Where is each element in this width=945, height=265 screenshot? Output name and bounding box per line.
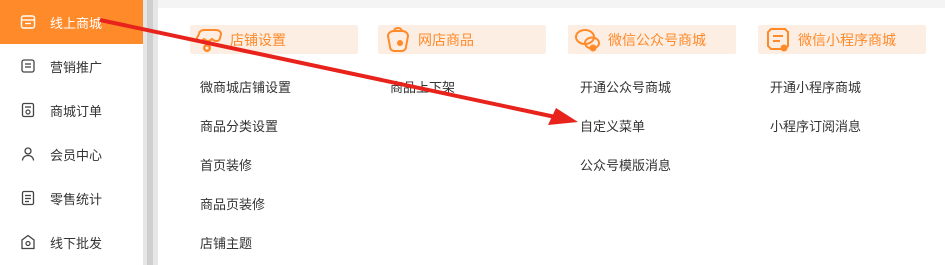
top-rule [158,0,945,8]
link-mini-program-subscription[interactable]: 小程序订阅消息 [770,116,861,135]
sidebar-item-marketing[interactable]: 营销推广 [0,44,143,88]
link-shop-settings[interactable]: 微商城店铺设置 [200,77,291,96]
column-shop-settings: 店铺设置 [190,25,358,54]
marketing-icon [20,58,36,74]
link-open-official-mall[interactable]: 开通公众号商城 [580,77,671,96]
sidebar-item-online-mall[interactable]: 线上商城 [0,0,143,44]
column-header: 网店商品 [378,25,546,54]
sidebar-item-wholesale[interactable]: 线下批发 [0,220,143,264]
link-open-mini-program[interactable]: 开通小程序商城 [770,77,861,96]
sidebar-item-statistics[interactable]: 零售统计 [0,176,143,220]
column-header: 微信小程序商城 [758,25,926,54]
member-icon [20,146,36,162]
link-homepage-decor[interactable]: 首页装修 [200,155,252,174]
link-category-settings[interactable]: 商品分类设置 [200,116,278,135]
column-online-products: 网店商品 [378,25,546,54]
sidebar-item-label: 商城订单 [50,104,103,120]
mini-program-icon [758,25,798,54]
sidebar: 线上商城 营销推广 商城订单 会员中心 零售统计 线下批发 [0,0,143,265]
column-title: 微信公众号商城 [608,32,706,49]
statistics-icon [20,190,36,206]
scroll-divider [143,0,158,265]
link-shop-theme[interactable]: 店铺主题 [200,233,252,252]
link-product-page-decor[interactable]: 商品页装修 [200,194,265,213]
arrow-head [548,108,578,125]
link-product-listing[interactable]: 商品上下架 [390,77,455,96]
column-title: 微信小程序商城 [798,32,896,49]
wholesale-icon [20,234,36,250]
product-tag-icon [378,25,418,54]
sidebar-item-label: 线上商城 [50,16,103,32]
sidebar-item-label: 线下批发 [50,236,103,252]
sidebar-item-label: 零售统计 [50,192,103,208]
link-official-template-message[interactable]: 公众号模版消息 [580,155,671,174]
shop-settings-icon [190,25,230,54]
sidebar-item-orders[interactable]: 商城订单 [0,88,143,132]
column-header: 微信公众号商城 [568,25,736,54]
column-title: 店铺设置 [230,32,286,49]
column-title: 网店商品 [418,32,474,49]
link-custom-menu[interactable]: 自定义菜单 [580,116,645,135]
sidebar-item-member[interactable]: 会员中心 [0,132,143,176]
column-mini-program: 微信小程序商城 [758,25,926,54]
column-wechat-official: 微信公众号商城 [568,25,736,54]
order-icon [20,102,36,118]
wechat-official-icon [568,25,608,54]
sidebar-item-label: 营销推广 [50,60,103,76]
sidebar-item-label: 会员中心 [50,148,103,164]
column-header: 店铺设置 [190,25,358,54]
store-icon [20,14,36,30]
